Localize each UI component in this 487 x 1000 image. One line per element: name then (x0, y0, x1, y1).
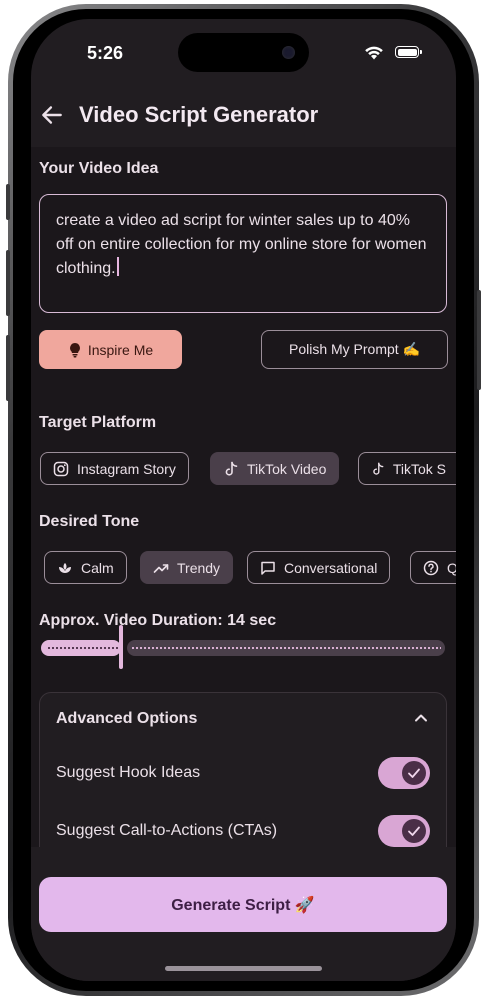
chip-label: Q (447, 559, 456, 576)
volume-up-button (6, 250, 10, 316)
volume-down-button (6, 335, 10, 401)
app-bar: Video Script Generator (31, 89, 456, 147)
tiktok-icon (373, 462, 384, 475)
lotus-icon (59, 562, 71, 573)
advanced-options-card: Advanced Options Suggest Hook Ideas Sugg… (39, 692, 447, 847)
status-time: 5:26 (87, 43, 124, 63)
polish-prompt-label: Polish My Prompt ✍️ (288, 341, 421, 357)
action-button (6, 184, 10, 220)
chevron-up-icon[interactable] (414, 713, 428, 723)
chat-bubble-icon (261, 561, 275, 575)
front-camera (282, 46, 295, 59)
generate-script-button[interactable]: Generate Script 🚀 (39, 877, 447, 932)
chip-trendy[interactable]: Trendy (140, 551, 234, 584)
polish-prompt-button[interactable]: Polish My Prompt ✍️ (261, 330, 448, 369)
tiktok-icon (225, 461, 238, 476)
main-content: Your Video Idea create a video ad script… (31, 147, 456, 847)
duration-slider-thumb[interactable] (119, 625, 123, 669)
wifi-icon (365, 46, 383, 60)
idea-label: Your Video Idea (39, 160, 159, 177)
chip-label: Conversational (284, 559, 378, 576)
chip-label: TikTok Video (247, 460, 327, 477)
ctas-toggle[interactable] (378, 815, 430, 847)
battery-icon (395, 46, 422, 58)
status-bar: 5:26 (31, 19, 456, 89)
chip-label: TikTok S (392, 460, 446, 477)
generate-script-label: Generate Script 🚀 (171, 896, 315, 914)
chip-conversational[interactable]: Conversational (247, 551, 391, 584)
slider-tick-marks-active (47, 646, 119, 650)
chip-label: Trendy (177, 559, 221, 576)
inspire-me-label: Inspire Me (87, 341, 154, 358)
lightbulb-icon (69, 342, 80, 357)
duration-label: Approx. Video Duration: 14 sec (39, 612, 277, 629)
power-button (477, 290, 481, 390)
slider-tick-marks-inactive (131, 646, 441, 650)
hook-ideas-toggle[interactable] (378, 757, 430, 789)
chip-question[interactable]: Q (410, 551, 456, 584)
check-icon (408, 768, 420, 778)
chip-tiktok-s[interactable]: TikTok S (358, 452, 456, 485)
screen: 5:26 Video Script Generator Your Video I… (31, 19, 456, 981)
text-caret (116, 257, 119, 276)
chip-tiktok-video[interactable]: TikTok Video (210, 452, 340, 485)
tone-label: Desired Tone (39, 513, 140, 530)
option-hook-ideas-label: Suggest Hook Ideas (56, 764, 201, 781)
toggle-knob (402, 761, 426, 785)
trending-up-icon (153, 563, 169, 573)
bottom-bar: Generate Script 🚀 (31, 847, 456, 981)
dynamic-island (178, 33, 309, 72)
page-title: Video Script Generator (79, 102, 319, 127)
back-arrow-icon[interactable] (39, 102, 65, 128)
chip-label: Instagram Story (77, 460, 176, 477)
chip-calm[interactable]: Calm (44, 551, 127, 584)
instagram-icon (53, 461, 69, 476)
help-circle-icon (423, 560, 439, 575)
toggle-knob (402, 819, 426, 843)
option-ctas-label: Suggest Call-to-Actions (CTAs) (56, 822, 278, 839)
advanced-options-title: Advanced Options (56, 710, 198, 727)
video-idea-text: create a video ad script for winter sale… (56, 212, 427, 277)
check-icon (408, 826, 420, 836)
home-indicator[interactable] (165, 966, 322, 971)
inspire-me-button[interactable]: Inspire Me (39, 330, 182, 369)
chip-instagram-story[interactable]: Instagram Story (40, 452, 189, 485)
video-idea-input[interactable]: create a video ad script for winter sale… (39, 194, 447, 313)
platform-label: Target Platform (39, 414, 157, 431)
chip-label: Calm (81, 559, 114, 576)
